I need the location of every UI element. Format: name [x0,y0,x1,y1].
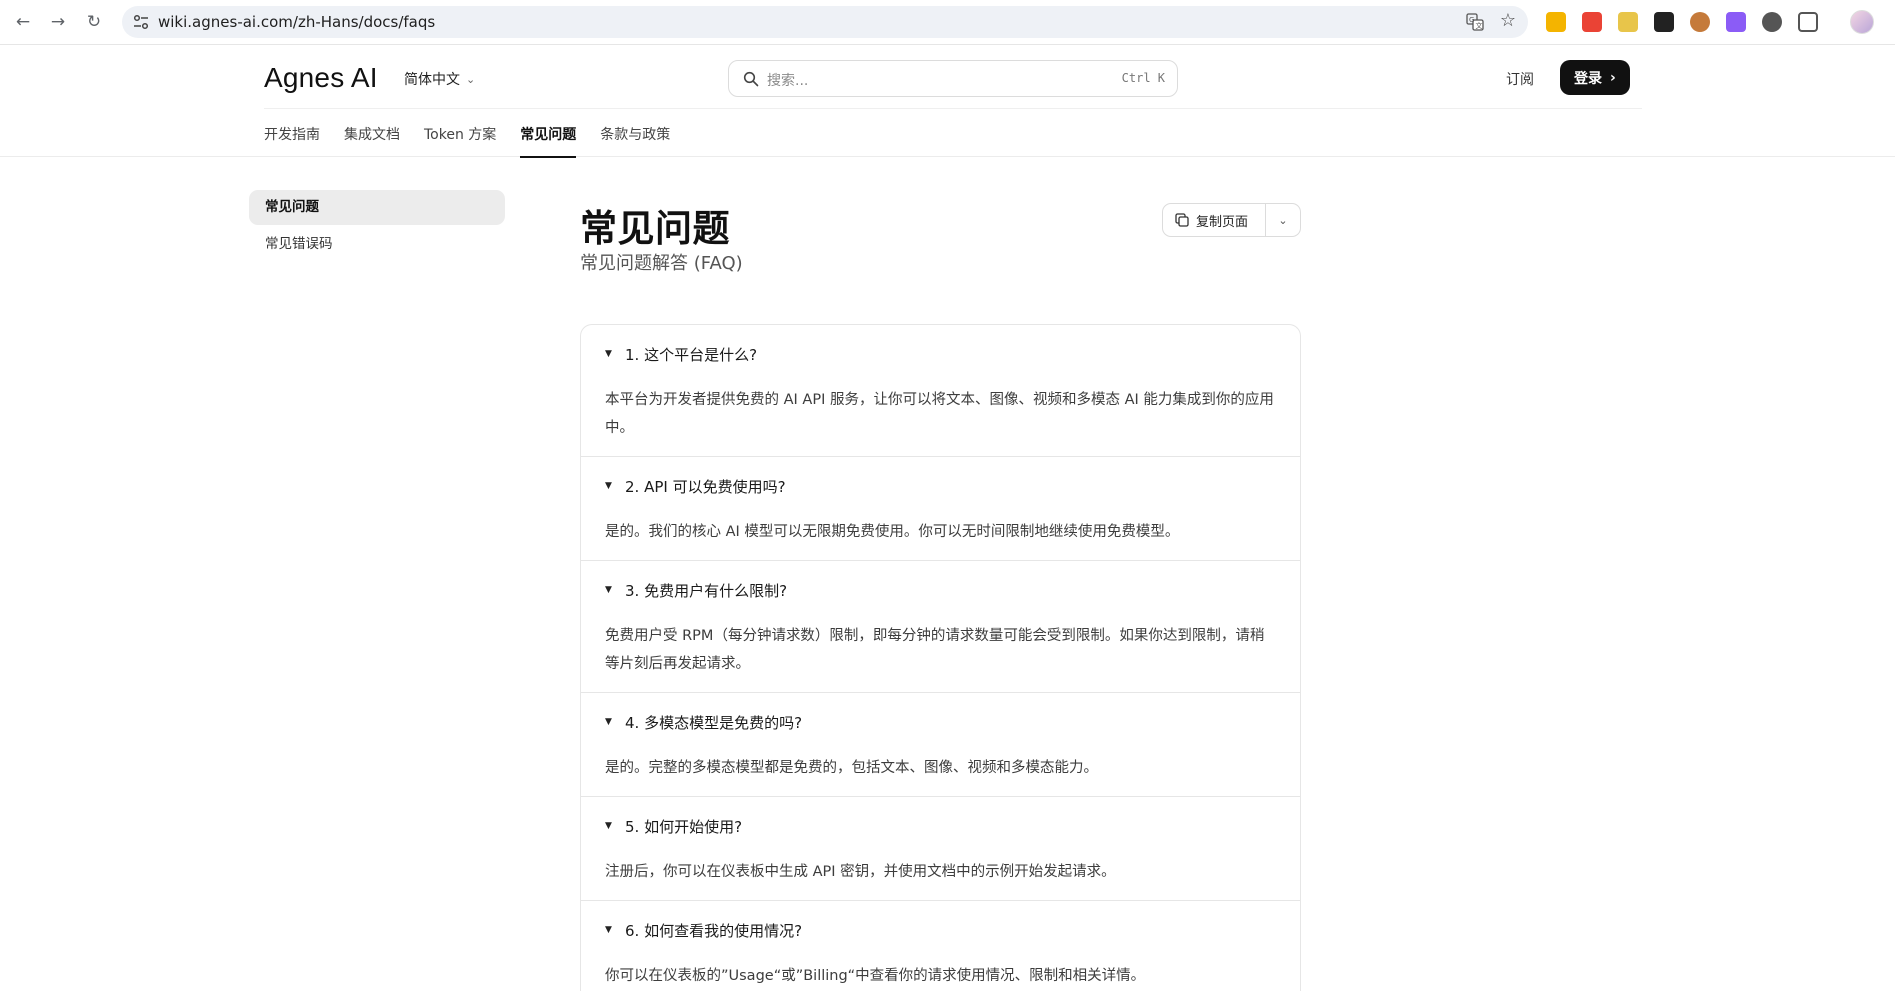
search-placeholder: 搜索... [767,73,809,89]
address-bar[interactable]: wiki.agnes-ai.com/zh-Hans/docs/faqs G 文 … [122,6,1528,38]
caret-down-icon: ▼ [605,349,612,359]
extension-notes-icon[interactable] [1546,12,1566,32]
sidebar-item-faq[interactable]: 常见问题 [249,190,505,225]
faq-question-text: 6. 如何查看我的使用情况? [625,921,803,940]
site-logo[interactable]: Agnes AI [264,62,378,94]
faq-question-text: 4. 多模态模型是免费的吗? [625,713,803,732]
sidebar-item-error-codes[interactable]: 常见错误码 [249,227,505,262]
search-input[interactable]: 搜索... Ctrl K [728,60,1178,97]
caret-down-icon: ▼ [605,821,612,831]
chevron-down-icon: ⌄ [466,72,476,86]
faq-item: ▼ 2. API 可以免费使用吗? 是的。我们的核心 AI 模型可以无限期免费使用… [581,457,1300,561]
back-arrow-icon[interactable]: ← [12,11,34,33]
extension-yellow-icon[interactable] [1618,12,1638,32]
copy-page-label: 复制页面 [1196,214,1249,230]
tab-token-plans[interactable]: Token 方案 [424,109,496,157]
faq-item: ▼ 4. 多模态模型是免费的吗? 是的。完整的多模态模型都是免费的，包括文本、图像… [581,693,1300,797]
faq-item: ▼ 6. 如何查看我的使用情况? 你可以在仪表板的”Usage“或”Billing… [581,901,1300,991]
faq-question-text: 3. 免费用户有什么限制? [625,581,788,600]
faq-question[interactable]: ▼ 2. API 可以免费使用吗? [605,474,1276,498]
login-button[interactable]: 登录 › [1560,60,1630,95]
faq-question[interactable]: ▼ 3. 免费用户有什么限制? [605,578,1276,602]
url-text[interactable]: wiki.agnes-ai.com/zh-Hans/docs/faqs [158,13,435,31]
page-subtitle: 常见问题解答 (FAQ) [580,253,743,274]
faq-item: ▼ 5. 如何开始使用? 注册后，你可以在仪表板中生成 API 密钥，并使用文档中… [581,797,1300,901]
faq-question-text: 1. 这个平台是什么? [625,345,758,364]
faq-accordion: ▼ 1. 这个平台是什么? 本平台为开发者提供免费的 AI API 服务，让你可以… [580,324,1301,991]
login-label: 登录 [1574,70,1602,87]
caret-down-icon: ▼ [605,481,612,491]
language-selector[interactable]: 简体中文 ⌄ [404,69,475,89]
faq-answer: 你可以在仪表板的”Usage“或”Billing“中查看你的请求使用情况、限制和… [605,968,1146,984]
faq-question[interactable]: ▼ 5. 如何开始使用? [605,814,1276,838]
caret-down-icon: ▼ [605,925,612,935]
page-title: 常见问题 [580,207,730,250]
svg-text:G: G [1469,16,1474,24]
top-nav-tabs: 开发指南 集成文档 Token 方案 常见问题 条款与政策 [264,109,670,158]
extension-bear-icon[interactable] [1690,12,1710,32]
search-icon [743,71,759,87]
extension-agent-icon[interactable] [1762,12,1782,32]
faq-item: ▼ 1. 这个平台是什么? 本平台为开发者提供免费的 AI API 服务，让你可以… [581,325,1300,457]
copy-icon [1175,213,1189,227]
extension-red-icon[interactable] [1582,12,1602,32]
browser-toolbar: ← → ↻ wiki.agnes-ai.com/zh-Hans/docs/faq… [0,0,1895,45]
faq-answer: 是的。我们的核心 AI 模型可以无限期免费使用。你可以无时间限制地继续使用免费模… [605,524,1180,540]
search-shortcut: Ctrl K [1121,71,1165,85]
faq-question[interactable]: ▼ 6. 如何查看我的使用情况? [605,918,1276,942]
chevron-right-icon: › [1610,69,1616,86]
faq-answer: 注册后，你可以在仪表板中生成 API 密钥，并使用文档中的示例开始发起请求。 [605,864,1116,880]
faq-question-text: 2. API 可以免费使用吗? [625,477,786,496]
faq-answer: 本平台为开发者提供免费的 AI API 服务，让你可以将文本、图像、视频和多模态… [605,392,1274,436]
tab-terms-policy[interactable]: 条款与政策 [600,109,670,157]
sidebar: 常见问题 常见错误码 [249,190,505,264]
faq-item: ▼ 3. 免费用户有什么限制? 免费用户受 RPM（每分钟请求数）限制，即每分钟的… [581,561,1300,693]
site-settings-icon[interactable] [132,13,150,31]
tab-faq[interactable]: 常见问题 [520,109,577,158]
faq-question-text: 5. 如何开始使用? [625,817,743,836]
extension-purple-icon[interactable] [1726,12,1746,32]
profile-avatar[interactable] [1850,10,1874,34]
bookmark-star-icon[interactable]: ☆ [1500,10,1516,31]
faq-question[interactable]: ▼ 1. 这个平台是什么? [605,342,1276,366]
subscribe-link[interactable]: 订阅 [1506,69,1534,89]
extensions-puzzle-icon[interactable] [1798,12,1818,32]
faq-question[interactable]: ▼ 4. 多模态模型是免费的吗? [605,710,1276,734]
copy-options-chevron-icon[interactable]: ⌄ [1266,204,1300,236]
faq-answer: 是的。完整的多模态模型都是免费的，包括文本、图像、视频和多模态能力。 [605,760,1098,776]
extension-dark-icon[interactable] [1654,12,1674,32]
tab-integration-docs[interactable]: 集成文档 [344,109,400,157]
caret-down-icon: ▼ [605,585,612,595]
forward-arrow-icon[interactable]: → [47,11,69,33]
tab-dev-guide[interactable]: 开发指南 [264,109,320,157]
caret-down-icon: ▼ [605,717,612,727]
copy-page-button[interactable]: 复制页面 [1163,204,1266,236]
svg-text:文: 文 [1476,21,1483,30]
site-header: Agnes AI 简体中文 ⌄ 搜索... Ctrl K 订阅 登录 › 开发指… [0,45,1895,158]
language-label: 简体中文 [404,72,460,88]
translate-icon[interactable]: G 文 [1466,13,1484,31]
copy-page-button-group: 复制页面 ⌄ [1162,203,1301,237]
reload-icon[interactable]: ↻ [83,11,105,33]
faq-answer: 免费用户受 RPM（每分钟请求数）限制，即每分钟的请求数量可能会受到限制。如果你… [605,628,1265,672]
